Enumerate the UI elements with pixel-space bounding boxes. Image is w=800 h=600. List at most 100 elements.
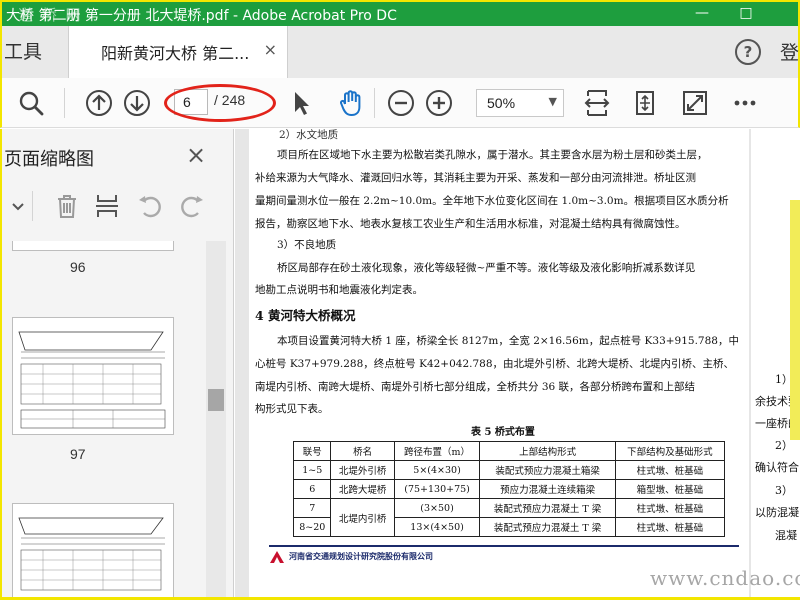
toolbar: 6 / 248 50% ▼ <box>0 78 800 128</box>
table-cell: 北堤外引桥 <box>330 460 395 480</box>
text-line: 以防混凝 <box>755 506 799 519</box>
table-cell: 1~5 <box>292 460 332 480</box>
table-header: 跨径布置（m） <box>393 441 481 461</box>
panel-title: 页面缩略图 <box>4 149 94 170</box>
table-cell: 北跨大堤桥 <box>330 479 395 499</box>
trash-icon[interactable] <box>52 191 82 221</box>
text-line: 确认符合 <box>755 461 799 474</box>
text-line: 混凝 <box>775 529 797 542</box>
company-name: 河南省交通规划设计研究院股份有限公司 <box>289 551 433 561</box>
tab-close-button[interactable]: × <box>264 40 277 59</box>
text-line: 桥区局部存在砂土液化现象，液化等级轻微~严重不等。液化等级及液化影响折减系数详见 <box>277 262 696 274</box>
panel-scrollbar[interactable] <box>206 241 226 600</box>
title-bar: 大桥 第二册 第一分册 北大堤桥.pdf - Adobe Acrobat Pro… <box>0 0 800 26</box>
text-line: 构形式见下表。 <box>255 403 329 415</box>
zoom-select[interactable]: 50% ▼ <box>476 89 564 117</box>
extract-pages-icon[interactable] <box>92 191 122 221</box>
table-header: 下部结构及基础形式 <box>614 441 726 461</box>
table-header: 联号 <box>292 441 332 461</box>
tab-document[interactable]: 阳新黄河大桥 第二... × <box>68 26 288 78</box>
zoom-in-icon[interactable] <box>424 88 454 118</box>
tab-document-label: 阳新黄河大桥 第二... <box>101 44 250 63</box>
table-cell: 柱式墩、桩基础 <box>614 498 726 518</box>
page-thumbnail[interactable] <box>12 241 174 251</box>
table-cell: 箱型墩、桩基础 <box>614 479 726 499</box>
scrollbar-thumb[interactable] <box>208 389 224 411</box>
minimize-button[interactable]: — <box>682 2 722 26</box>
document-view: 2）水文地质 项目所在区域地下水主要为松散岩类孔隙水，属于潜水。其主要含水层为粉… <box>235 129 800 600</box>
table-header: 上部结构形式 <box>479 441 616 461</box>
page-thumbnail[interactable] <box>12 317 174 435</box>
chevron-down-icon: ▼ <box>548 95 557 108</box>
text-line: 补给来源为大气降水、灌溉回归水等，其消耗主要为开采、蒸发和一部分由河流排泄。桥址… <box>255 172 696 184</box>
site-logo-watermark: 道 桥 网 <box>18 6 83 24</box>
sign-in-button[interactable]: 登 <box>780 38 799 65</box>
text-line: 本项目设置黄河特大桥 1 座，桥梁全长 8127m，全宽 2×16.56m，起点… <box>277 335 739 347</box>
table-cell: 8~20 <box>292 517 332 537</box>
toolbar-separator <box>374 88 375 118</box>
table-cell: 装配式预应力混凝土箱梁 <box>479 460 616 480</box>
table-cell: (75+130+75) <box>393 479 481 499</box>
footer-rule <box>269 545 739 547</box>
panel-separator <box>32 191 33 221</box>
tab-row: 工具 阳新黄河大桥 第二... × ? 登 <box>0 26 800 78</box>
table-cell: 装配式预应力混凝土 T 梁 <box>479 498 616 518</box>
help-button[interactable]: ? <box>735 39 761 65</box>
text-line: 南堤内引桥、南跨大堤桥、南堤外引桥七部分组成，全桥共分 36 联，各部分桥跨布置… <box>255 381 696 393</box>
table-row: 6 北跨大堤桥 (75+130+75) 预应力混凝土连续箱梁 箱型墩、桩基础 <box>292 479 726 499</box>
thumbnail-page-number: 97 <box>70 446 86 462</box>
table-header-row: 联号 桥名 跨径布置（m） 上部结构形式 下部结构及基础形式 <box>292 441 726 461</box>
text-line: 报告，勘察区地下水、地表水复核工农业生产和生活用水标准，对混凝土结构具有微腐蚀性… <box>255 218 686 230</box>
table-cell: 6 <box>292 479 332 499</box>
options-menu-icon[interactable] <box>4 191 24 221</box>
panel-close-button[interactable]: × <box>186 141 206 169</box>
table-cell: 柱式墩、桩基础 <box>614 460 726 480</box>
text-line: 量期间量测水位一般在 2.2m~10.0m。全年地下水位变化区间在 1.0m~3… <box>255 195 729 207</box>
pdf-page: 2）水文地质 项目所在区域地下水主要为松散岩类孔隙水，属于潜水。其主要含水层为粉… <box>249 129 749 600</box>
previous-page-icon[interactable] <box>84 88 114 118</box>
table-cell: 5×(4×30) <box>393 460 481 480</box>
text-line: 项目所在区域地下水主要为松散岩类孔隙水，属于潜水。其主要含水层为粉土层和砂类土层… <box>277 149 708 161</box>
zoom-out-icon[interactable] <box>386 88 416 118</box>
next-page-icon[interactable] <box>122 88 152 118</box>
table-cell: 7 <box>292 498 332 518</box>
rotate-left-icon[interactable] <box>136 191 166 221</box>
fit-page-icon[interactable] <box>630 88 660 118</box>
full-screen-icon[interactable] <box>680 88 710 118</box>
tab-tools[interactable]: 工具 <box>4 26 66 78</box>
thumbnail-panel: 页面缩略图 × 96 97 <box>0 129 234 600</box>
table-cell: 预应力混凝土连续箱梁 <box>479 479 616 499</box>
side-highlight <box>790 200 800 440</box>
text-line: 3） <box>775 484 793 497</box>
table-cell: 13×(4×50) <box>393 517 481 537</box>
table-cell: 装配式预应力混凝土 T 梁 <box>479 517 616 537</box>
section-heading: 4 黄河特大桥概况 <box>255 308 356 323</box>
fit-width-icon[interactable] <box>582 88 612 118</box>
maximize-button[interactable]: □ <box>726 2 766 26</box>
table-caption: 表 5 桥式布置 <box>471 427 535 438</box>
hand-tool-icon[interactable] <box>336 88 366 118</box>
page-thumbnail[interactable] <box>12 503 174 600</box>
zoom-value: 50% <box>487 95 516 111</box>
company-logo <box>269 549 285 563</box>
table-row: 1~5 北堤外引桥 5×(4×30) 装配式预应力混凝土箱梁 柱式墩、桩基础 <box>292 460 726 480</box>
site-watermark: www.cndao.com <box>650 566 800 590</box>
highlight-annotation <box>164 84 276 122</box>
select-cursor-icon[interactable] <box>286 88 316 118</box>
rotate-right-icon[interactable] <box>176 191 206 221</box>
thumbnail-list: 96 97 <box>2 241 234 600</box>
table-row: 7 北堤内引桥 (3×50) 装配式预应力混凝土 T 梁 柱式墩、桩基础 <box>292 498 726 537</box>
text-line: 2）水文地质 <box>279 129 339 141</box>
table-cell: (3×50) <box>393 498 481 518</box>
text-line: 地勘工点说明书和地震液化判定表。 <box>255 284 423 296</box>
text-line: 心桩号 K37+979.288，终点桩号 K42+042.788，由北堤外引桥、… <box>255 358 735 370</box>
table-cell: 柱式墩、桩基础 <box>614 517 726 537</box>
search-icon[interactable] <box>16 88 46 118</box>
more-options-icon[interactable] <box>730 88 760 118</box>
table-header: 桥名 <box>330 441 395 461</box>
thumbnail-page-number: 96 <box>70 259 86 275</box>
text-line: 3）不良地质 <box>277 239 337 251</box>
toolbar-separator <box>64 88 65 118</box>
bridge-layout-table: 联号 桥名 跨径布置（m） 上部结构形式 下部结构及基础形式 1~5 北堤外引桥… <box>292 441 726 537</box>
table-cell: 北堤内引桥 <box>330 498 395 537</box>
